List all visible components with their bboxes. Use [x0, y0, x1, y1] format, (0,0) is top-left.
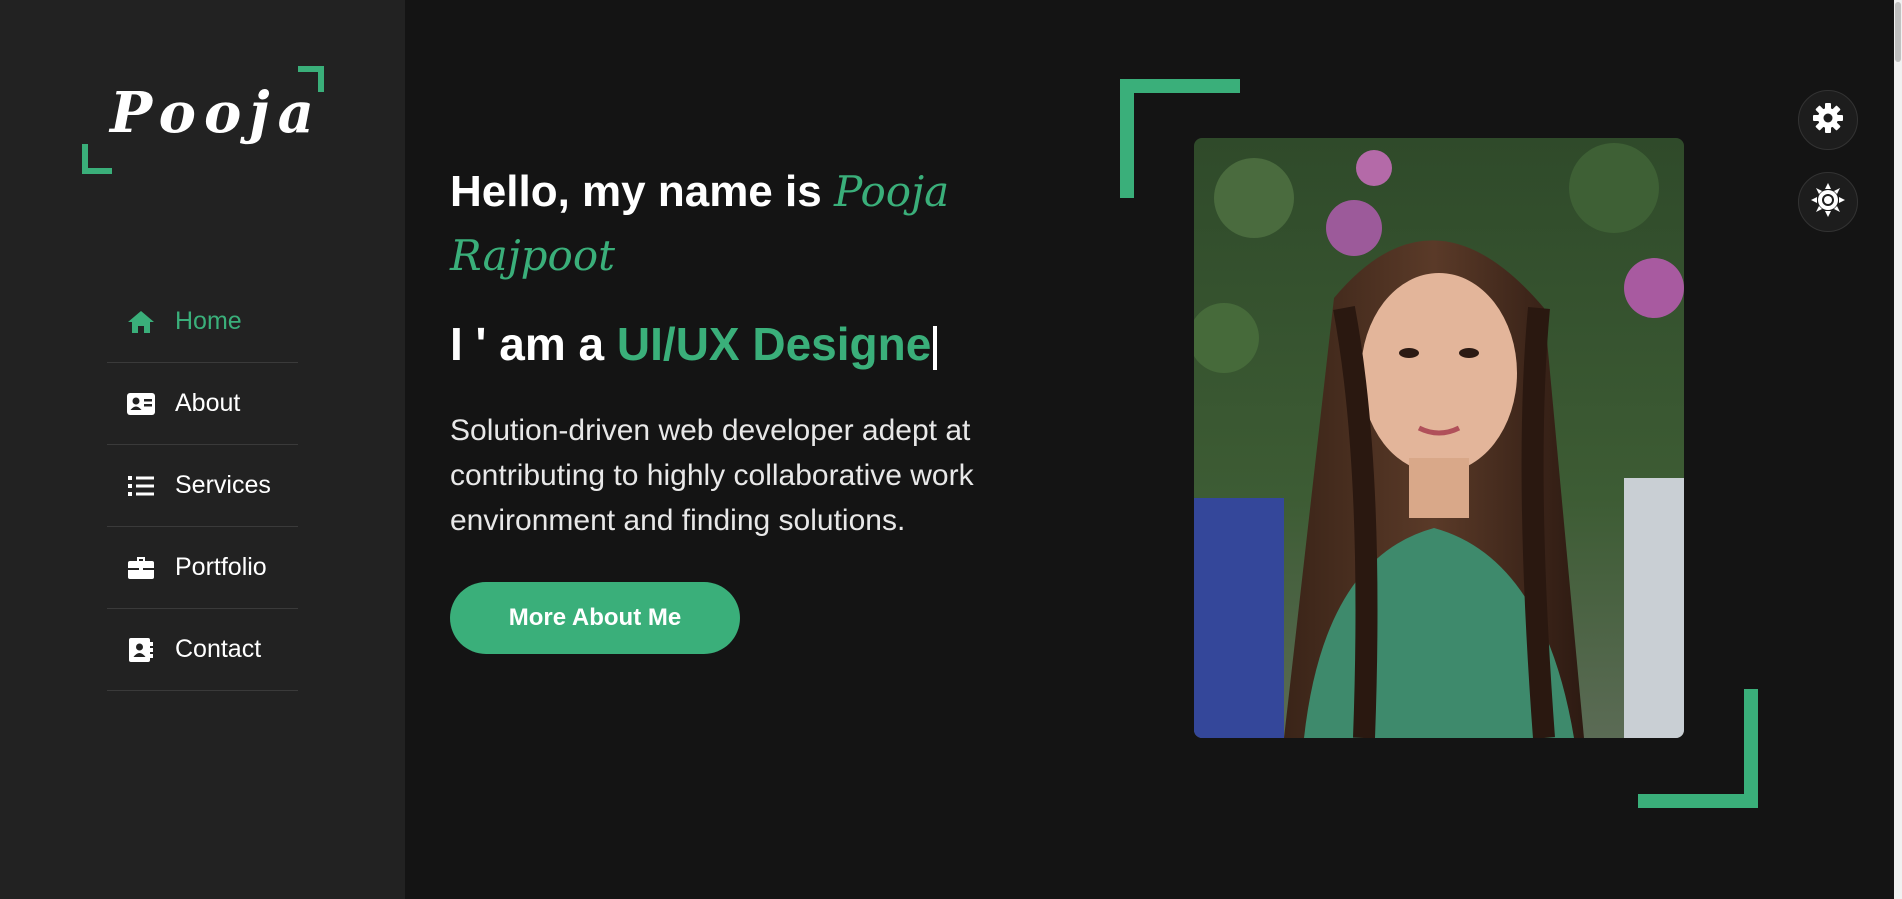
- nav-item-services[interactable]: Services: [107, 445, 298, 527]
- nav-item-portfolio[interactable]: Portfolio: [107, 527, 298, 609]
- nav-item-about[interactable]: About: [107, 363, 298, 445]
- nav-item-label: About: [175, 389, 241, 417]
- home-icon: [127, 310, 155, 334]
- nav-item-label: Contact: [175, 635, 262, 663]
- sun-icon: [1811, 182, 1845, 222]
- scrollbar-thumb[interactable]: [1895, 2, 1901, 62]
- role-heading: I ' am a UI/UX Designe: [450, 312, 1090, 376]
- sidebar: Pooja Home About Services Portfolio Cont…: [0, 0, 405, 899]
- nav-item-label: Portfolio: [175, 553, 267, 581]
- nav-item-home[interactable]: Home: [107, 281, 298, 363]
- greeting-prefix: Hello, my name is: [450, 167, 822, 216]
- list-icon: [127, 474, 155, 498]
- nav-item-label: Services: [175, 471, 271, 499]
- gear-icon: [1812, 102, 1844, 139]
- more-about-me-button[interactable]: More About Me: [450, 582, 740, 654]
- profile-photo: [1194, 138, 1684, 738]
- briefcase-icon: [127, 556, 155, 580]
- scrollbar[interactable]: [1894, 0, 1902, 899]
- main-nav: Home About Services Portfolio Contact: [107, 281, 298, 691]
- logo-corner-bottom-left: [82, 144, 112, 174]
- typing-caret: [933, 325, 938, 370]
- hero-intro: Hello, my name is Pooja Rajpoot I ' am a…: [450, 160, 1090, 573]
- logo-text: Pooja: [110, 80, 322, 146]
- role-prefix: I ' am a: [450, 318, 605, 370]
- theme-toggle-button[interactable]: [1798, 172, 1858, 232]
- address-book-icon: [127, 637, 155, 662]
- greeting-heading: Hello, my name is Pooja Rajpoot: [450, 160, 1090, 288]
- id-card-icon: [127, 392, 155, 416]
- nav-item-label: Home: [175, 307, 242, 335]
- settings-button[interactable]: [1798, 90, 1858, 150]
- logo[interactable]: Pooja: [82, 66, 324, 174]
- role-typed-text: UI/UX Designe: [616, 318, 932, 370]
- nav-item-contact[interactable]: Contact: [107, 609, 298, 691]
- bio-text: Solution-driven web developer adept at c…: [450, 414, 974, 537]
